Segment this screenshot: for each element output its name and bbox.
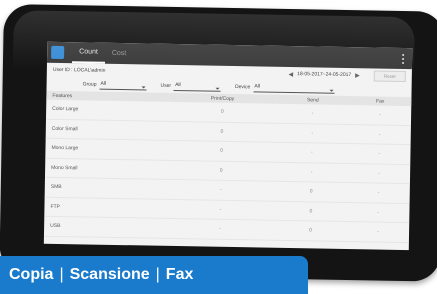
- table-cell: -: [276, 103, 349, 125]
- table-cell: 0: [274, 200, 348, 222]
- kebab-menu-icon[interactable]: [402, 53, 405, 64]
- next-period-icon[interactable]: ▶: [351, 72, 364, 79]
- table-cell: Mono Large: [45, 138, 168, 160]
- table-cell: SMB: [44, 177, 167, 199]
- user-filter-label: User: [160, 82, 172, 89]
- table-cell: -: [275, 161, 348, 183]
- device-filter-label: Device: [235, 84, 251, 91]
- banner-separator: |: [155, 266, 160, 283]
- tab-count[interactable]: Count: [71, 42, 106, 64]
- table-cell: -: [275, 122, 349, 144]
- prev-period-icon[interactable]: ◀: [284, 70, 297, 77]
- table-cell: -: [346, 221, 410, 243]
- reset-button[interactable]: Reset: [373, 69, 406, 82]
- table-cell: 0: [166, 159, 276, 182]
- user-filter-select[interactable]: All: [173, 81, 222, 92]
- table-cell: 0: [274, 181, 348, 203]
- table-cell: Color Small: [45, 118, 168, 141]
- tablet-device: Count Cost User ID : LOCAL\admin ◀ 18-05…: [0, 4, 437, 282]
- banner-item-copia: Copia: [9, 266, 54, 283]
- tab-cost[interactable]: Cost: [105, 43, 134, 64]
- table-cell: 0: [167, 120, 277, 143]
- table-cell: -: [166, 198, 275, 221]
- table-cell: USB: [43, 216, 167, 238]
- table-cell: 0: [167, 101, 277, 123]
- table-cell: -: [165, 218, 275, 240]
- table-cell: -: [348, 105, 412, 126]
- table-cell: -: [347, 143, 411, 165]
- table-cell: Color Large: [46, 99, 169, 121]
- table-cell: Mono Small: [44, 157, 168, 180]
- table-cell: 0: [274, 220, 347, 242]
- table-cell: -: [346, 202, 410, 223]
- banner-item-fax: Fax: [165, 266, 194, 283]
- banner-item-scansione: Scansione: [69, 266, 150, 283]
- table-cell: -: [166, 179, 276, 201]
- tablet-screen: Count Cost User ID : LOCAL\admin ◀ 18-05…: [43, 41, 413, 251]
- group-filter-select[interactable]: All: [99, 80, 147, 90]
- table-cell: -: [347, 182, 410, 204]
- table-cell: -: [348, 124, 411, 145]
- table-cell: 0: [167, 140, 276, 162]
- feature-banner: Copia | Scansione | Fax: [0, 256, 308, 294]
- usage-table: Features Print/Copy Send Fax Color Large…: [43, 90, 412, 243]
- banner-separator: |: [59, 266, 64, 283]
- user-id-label: User ID : LOCAL\admin: [52, 66, 106, 74]
- group-filter-label: Group: [82, 81, 97, 88]
- device-filter-select[interactable]: All: [253, 82, 335, 94]
- table-cell: -: [275, 142, 349, 164]
- app-icon: [51, 45, 65, 60]
- table-cell: FTP: [44, 196, 167, 219]
- date-range: 18-05-2017~24-05-2017: [297, 71, 352, 79]
- table-cell: -: [347, 163, 411, 184]
